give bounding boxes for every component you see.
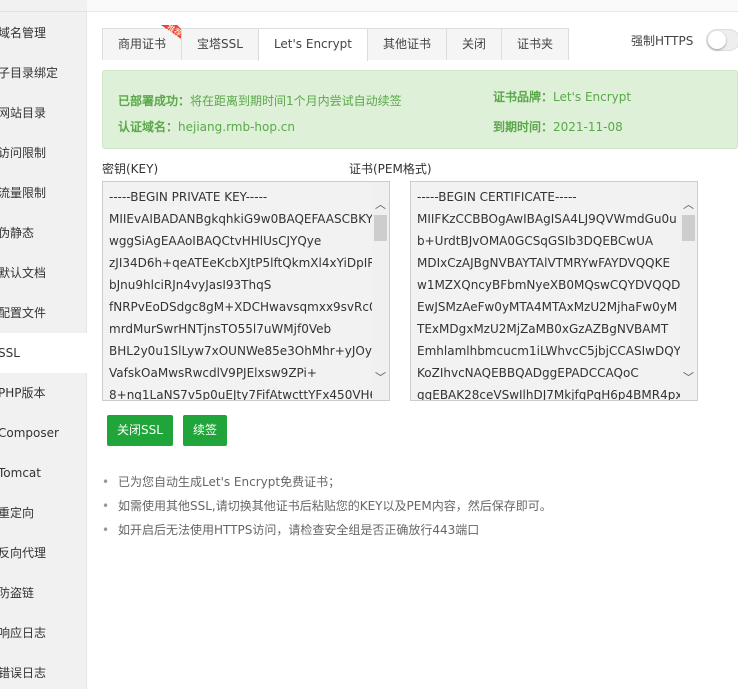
note-item: 已为您自动生成Let's Encrypt免费证书； <box>102 473 552 497</box>
tab-label: Let's Encrypt <box>273 37 353 51</box>
cert-line: ggEBAK28ceVSwIlhDJ7MkjfgPqH6p4BMR4px <box>417 388 683 401</box>
tab-label: 其他证书 <box>383 37 432 51</box>
close-ssl-button[interactable]: 关闭SSL <box>107 415 173 446</box>
tab-lets-encrypt[interactable]: Let's Encrypt <box>257 28 369 61</box>
key-line: bJnu9hlciRJn4vyJasI93ThqS <box>109 278 272 292</box>
sidebar-item-ssl[interactable]: SSL <box>0 333 88 373</box>
cert-line: MDIxCzAJBgNVBAYTAlVTMRYwFAYDVQQKE <box>417 256 671 270</box>
tab-close[interactable]: 关闭 <box>446 28 503 60</box>
cert-line: TExMDgxMzU2MjZaMB0xGzAZBgNVBAMT <box>417 322 669 336</box>
sidebar-item-domain[interactable]: 域名管理 <box>0 13 87 53</box>
sidebar-item-redirect[interactable]: 重定向 <box>0 493 87 533</box>
sidebar-item-hotlink[interactable]: 防盗链 <box>0 573 87 613</box>
cert-domain-label: 认证域名： <box>118 120 179 134</box>
cert-line: b+UrdtBJvOMA0GCSqGSIb3DQEBCwUA <box>417 234 654 248</box>
sidebar-item-php-version[interactable]: PHP版本 <box>0 373 87 413</box>
cert-label: 证书(PEM格式) <box>349 162 432 176</box>
tab-other-cert[interactable]: 其他证书 <box>367 28 448 60</box>
force-https-toggle[interactable] <box>706 29 738 51</box>
tab-label: 商用证书 <box>118 37 167 51</box>
key-line: MIIEvAIBADANBgkqhkiG9w0BAQEFAASCBKY <box>109 212 374 226</box>
cert-scrollbar[interactable]: ︿ ﹀ <box>680 182 697 400</box>
sidebar-item-response-log[interactable]: 响应日志 <box>0 613 87 653</box>
sidebar-top-divider <box>0 0 87 12</box>
chevron-down-icon[interactable]: ﹀ <box>372 369 389 386</box>
key-scrollbar[interactable]: ︿ ﹀ <box>372 182 389 400</box>
sidebar-item-subdir-binding[interactable]: 子目录绑定 <box>0 53 87 93</box>
key-label: 密钥(KEY) <box>102 162 159 176</box>
scrollbar-thumb[interactable] <box>374 215 387 241</box>
note-item: 如需使用其他SSL,请切换其他证书后粘贴您的KEY以及PEM内容，然后保存即可。 <box>102 497 552 521</box>
tab-commercial-cert[interactable]: 商用证书 推荐 <box>102 23 188 60</box>
toggle-knob <box>708 31 726 49</box>
scrollbar-thumb[interactable] <box>682 215 695 241</box>
top-strip <box>87 0 738 12</box>
sidebar-item-reverse-proxy[interactable]: 反向代理 <box>0 533 87 573</box>
renew-button[interactable]: 续签 <box>183 415 228 446</box>
tab-baota-ssl[interactable]: 宝塔SSL <box>181 28 259 60</box>
cert-content: -----BEGIN CERTIFICATE----- MIIFKzCCBBOg… <box>417 186 685 401</box>
tab-label: 证书夹 <box>517 37 554 51</box>
cert-brand: 证书品牌：Let's Encrypt <box>493 88 631 105</box>
tab-label: 关闭 <box>462 37 487 51</box>
cert-expiry: 到期时间：2021-11-08 <box>493 118 623 135</box>
cert-brand-label: 证书品牌： <box>493 90 554 104</box>
sidebar-item-site-dir[interactable]: 网站目录 <box>0 93 87 133</box>
cert-line: KoZIhvcNAQEBBQADggEPADCCAQoC <box>417 366 639 380</box>
sidebar-item-config-file[interactable]: 配置文件 <box>0 293 87 333</box>
key-line: zJI34D6h+qeATEeKcbXJtP5lftQkmXl4xYiDpIR <box>109 256 376 270</box>
notes-list: 已为您自动生成Let's Encrypt免费证书； 如需使用其他SSL,请切换其… <box>102 473 552 545</box>
deploy-status: 已部署成功：将在距离到期时间1个月内尝试自动续签 <box>118 92 402 109</box>
ssl-status-panel: 已部署成功：将在距离到期时间1个月内尝试自动续签 认证域名：hejiang.rm… <box>102 70 738 149</box>
cert-expiry-value: 2021-11-08 <box>553 120 623 134</box>
ssl-tabs: 商用证书 推荐 宝塔SSL Let's Encrypt 其他证书 关闭 证书夹 <box>102 23 570 61</box>
sidebar: 域名管理 子目录绑定 网站目录 访问限制 流量限制 伪静态 默认文档 配置文件 … <box>0 0 88 689</box>
chevron-up-icon[interactable]: ︿ <box>372 196 389 213</box>
key-line: mrdMurSwrHNTjnsTO55l7uWMjf0Veb <box>109 322 332 336</box>
sidebar-item-access-limit[interactable]: 访问限制 <box>0 133 87 173</box>
cert-line: Emhlamlhbmcucm1iLWhvcC5jbjCCASIwDQYJ <box>417 344 685 358</box>
tab-label: 宝塔SSL <box>197 37 243 51</box>
cert-line: MIIFKzCCBBOgAwIBAgISA4LJ9QVWmdGu0u <box>417 212 677 226</box>
sidebar-item-error-log[interactable]: 错误日志 <box>0 653 87 689</box>
key-line: VafskOaMwsRwcdlV9PJElxsw9ZPi+ <box>109 366 317 380</box>
cert-line: -----BEGIN CERTIFICATE----- <box>417 190 577 204</box>
deploy-status-label: 已部署成功： <box>118 94 191 108</box>
key-content: -----BEGIN PRIVATE KEY----- MIIEvAIBADAN… <box>109 186 385 401</box>
tab-cert-folder[interactable]: 证书夹 <box>501 28 570 60</box>
key-line: 8+nq1LaNS7v5p0uEJty7FifAtwcttYFx450VH6u <box>109 388 385 401</box>
chevron-down-icon[interactable]: ﹀ <box>680 369 697 386</box>
sidebar-item-default-doc[interactable]: 默认文档 <box>0 253 87 293</box>
key-textarea[interactable]: -----BEGIN PRIVATE KEY----- MIIEvAIBADAN… <box>102 181 390 401</box>
cert-domain: 认证域名：hejiang.rmb-hop.cn <box>118 118 295 135</box>
chevron-up-icon[interactable]: ︿ <box>680 196 697 213</box>
key-line: BHL2y0u1SlLyw7xOUNWe85e3OhMhr+yJOyZ <box>109 344 381 358</box>
cert-line: w1MZXQncyBFbmNyeXB0MQswCQYDVQQD <box>417 278 681 292</box>
note-item: 如开启后无法使用HTTPS访问，请检查安全组是否正确放行443端口 <box>102 521 552 545</box>
deploy-status-value: 将在距离到期时间1个月内尝试自动续签 <box>190 94 402 108</box>
cert-textarea[interactable]: -----BEGIN CERTIFICATE----- MIIFKzCCBBOg… <box>410 181 698 401</box>
key-line: fNRPvEoDSdgc8gM+XDCHwavsqmxx9svRc0 <box>109 300 377 314</box>
cert-domain-value: hejiang.rmb-hop.cn <box>178 120 296 134</box>
sidebar-item-tomcat[interactable]: Tomcat <box>0 453 87 493</box>
sidebar-item-traffic-limit[interactable]: 流量限制 <box>0 173 87 213</box>
cert-line: EwJSMzAeFw0yMTA4MTAxMzU2MjhaFw0yM <box>417 300 678 314</box>
sidebar-item-rewrite[interactable]: 伪静态 <box>0 213 87 253</box>
key-line: wggSiAgEAAoIBAQCtvHHlUsCJYQye <box>109 234 322 248</box>
sidebar-item-composer[interactable]: Composer <box>0 413 87 453</box>
key-line: -----BEGIN PRIVATE KEY----- <box>109 190 268 204</box>
cert-brand-value: Let's Encrypt <box>553 90 632 104</box>
cert-expiry-label: 到期时间： <box>493 120 554 134</box>
force-https-label: 强制HTTPS <box>631 34 694 48</box>
